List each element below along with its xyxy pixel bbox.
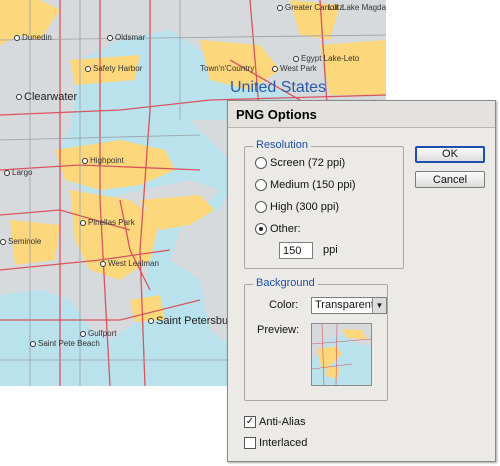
resolution-group-title: Resolution (253, 139, 311, 151)
dialog-titlebar[interactable]: PNG Options (228, 101, 495, 128)
place-egypt-lake-leto: Egypt Lake-Leto (293, 54, 359, 63)
resolution-group: Resolution Screen (72 ppi) Medium (150 p… (244, 139, 404, 269)
place-gulfport: Gulfport (80, 329, 116, 338)
radio-button-icon (255, 157, 267, 170)
background-group-title: Background (253, 277, 318, 289)
radio-other[interactable]: Other: (255, 223, 301, 236)
cancel-button[interactable]: Cancel (415, 171, 485, 188)
radio-medium-150[interactable]: Medium (150 ppi) (255, 179, 356, 192)
color-label: Color: (269, 299, 299, 311)
place-west-park: West Park (272, 64, 317, 73)
interlaced-checkbox[interactable]: Interlaced (244, 437, 307, 450)
preview-label: Preview: (257, 324, 300, 336)
place-pinellas-park: Pinellas Park (80, 218, 135, 227)
country-label: United States (230, 79, 327, 96)
place-saint-petersburg: Saint Petersburg (148, 316, 238, 327)
ok-button[interactable]: OK (415, 146, 485, 163)
png-options-dialog: PNG Options Resolution Screen (72 ppi) M… (227, 100, 496, 462)
radio-button-icon (255, 201, 267, 214)
place-safety-harbor: Safety Harbor (85, 64, 142, 73)
other-ppi-input[interactable]: 150 (279, 242, 313, 259)
dialog-title: PNG Options (236, 107, 317, 122)
chevron-down-icon[interactable]: ▼ (372, 298, 386, 313)
background-group: Background Color: Transparent ▼ Preview: (244, 277, 388, 401)
color-select[interactable]: Transparent ▼ (311, 297, 387, 314)
place-seminole: Seminole (0, 237, 41, 246)
checkbox-empty-icon (244, 437, 256, 450)
radio-button-selected-icon (255, 223, 267, 236)
place-oldsmar: Oldsmar (107, 33, 145, 42)
radio-screen-72[interactable]: Screen (72 ppi) (255, 157, 345, 170)
place-highpoint: Highpoint (82, 156, 124, 165)
place-town-n-country: Town'n'Country (200, 64, 255, 73)
radio-button-icon (255, 179, 267, 192)
radio-high-300[interactable]: High (300 ppi) (255, 201, 339, 214)
checkmark-icon: ✓ (244, 416, 256, 429)
preview-thumbnail (311, 323, 372, 386)
place-lake-magdalene: Lake Magdalene (342, 3, 386, 12)
place-dunedin: Dunedin (14, 33, 52, 42)
place-clearwater: Clearwater (16, 92, 77, 103)
preview-map-image (312, 324, 371, 385)
place-lutz: Lutz (328, 3, 344, 12)
place-saint-pete-beach: Saint Pete Beach (30, 339, 100, 348)
anti-alias-checkbox[interactable]: ✓ Anti-Alias (244, 416, 305, 429)
ppi-unit-label: ppi (323, 244, 338, 256)
place-west-lealman: West Lealman (100, 259, 159, 268)
place-largo: Largo (4, 168, 32, 177)
